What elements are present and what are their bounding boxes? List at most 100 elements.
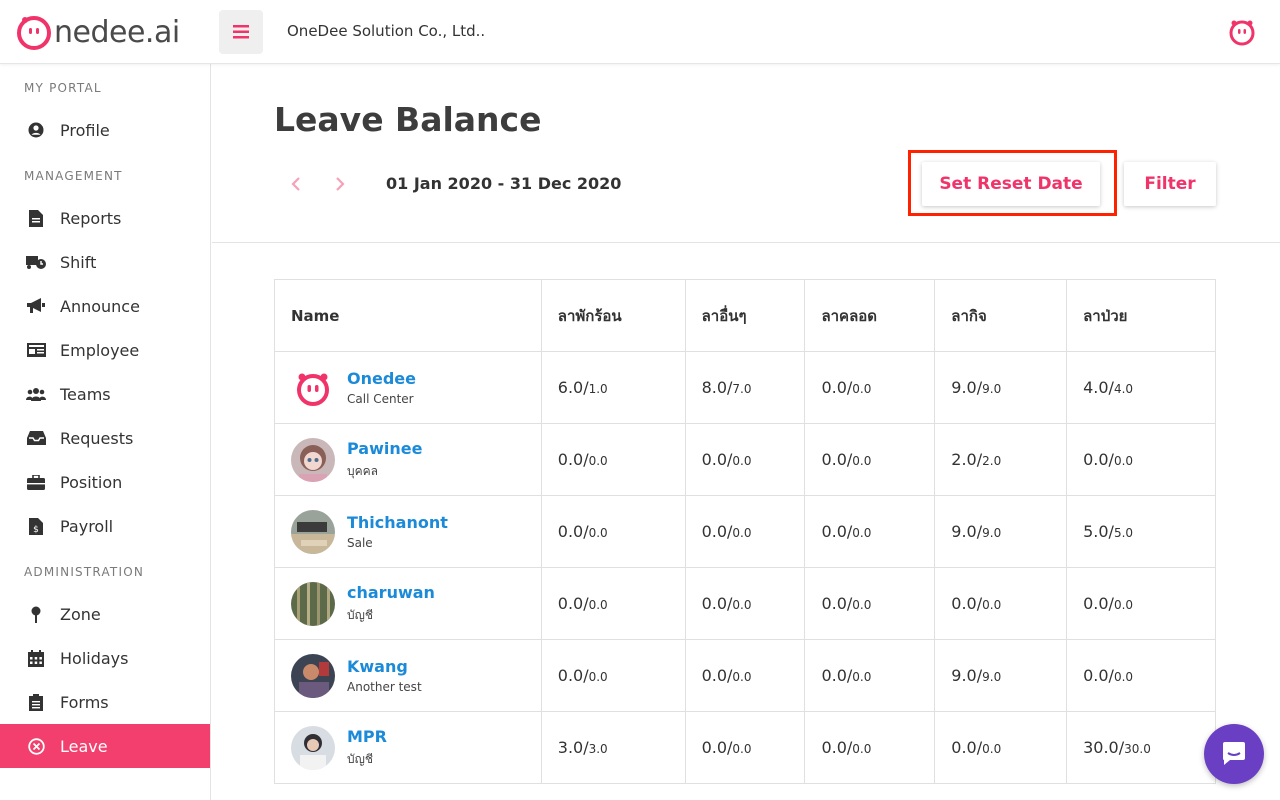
table-row: charuwan บัญชี 0.0/0.0 0.0/0.0 0.0/0.0 0… xyxy=(274,567,1216,640)
section-title-management: MANAGEMENT xyxy=(24,169,123,183)
column-header-sick[interactable]: ลาป่วย xyxy=(1066,279,1216,352)
next-period-button[interactable] xyxy=(328,172,352,196)
divider xyxy=(212,242,1280,243)
balance-cell: 0.0/0.0 xyxy=(1066,639,1216,712)
balance-cell: 0.0/0.0 xyxy=(684,711,806,784)
logo-text: nedee.ai xyxy=(54,14,180,50)
balance-cell: 0.0/0.0 xyxy=(540,423,686,496)
page-title: Leave Balance xyxy=(274,100,542,139)
sidebar-item-profile[interactable]: Profile xyxy=(0,108,210,152)
chevron-right-icon xyxy=(336,177,345,191)
balance-cell: 30.0/30.0 xyxy=(1066,711,1216,784)
column-header-other[interactable]: ลาอื่นๆ xyxy=(684,279,806,352)
balance-cell: 0.0/0.0 xyxy=(684,423,806,496)
sidebar-item-holidays[interactable]: Holidays xyxy=(0,636,210,680)
balance-cell: 0.0/0.0 xyxy=(684,639,806,712)
sidebar-item-label: Profile xyxy=(60,120,110,140)
balance-cell: 0.0/0.0 xyxy=(804,423,936,496)
sidebar-item-label: Holidays xyxy=(60,648,129,668)
section-title-my-portal: MY PORTAL xyxy=(24,81,102,95)
avatar xyxy=(291,509,335,554)
brand-logo[interactable]: nedee.ai xyxy=(16,14,180,50)
set-reset-date-button[interactable]: Set Reset Date xyxy=(922,162,1100,206)
svg-text:$: $ xyxy=(33,525,39,535)
employee-name-link[interactable]: Kwang xyxy=(347,657,422,676)
top-bar: nedee.ai OneDee Solution Co., Ltd.. xyxy=(0,0,1280,64)
main-content: Leave Balance 01 Jan 2020 - 31 Dec 2020 … xyxy=(212,64,1280,800)
sidebar-item-employee[interactable]: Employee xyxy=(0,328,210,372)
sidebar-item-leave[interactable]: Leave xyxy=(0,724,210,768)
sidebar-item-label: Payroll xyxy=(60,516,114,536)
balance-cell: 0.0/0.0 xyxy=(540,567,686,640)
table-header-row: Name ลาพักร้อน ลาอื่นๆ ลาคลอด ลากิจ ลาป่… xyxy=(274,279,1216,352)
employee-name-link[interactable]: MPR xyxy=(347,727,387,746)
table-row: MPR บัญชี 3.0/3.0 0.0/0.0 0.0/0.0 0.0/0.… xyxy=(274,711,1216,784)
sidebar: MY PORTAL Profile MANAGEMENT Reports Shi… xyxy=(0,64,211,800)
chat-bubble-icon xyxy=(1223,742,1245,765)
balance-cell: 5.0/5.0 xyxy=(1066,495,1216,568)
sidebar-item-payroll[interactable]: $ Payroll xyxy=(0,504,210,548)
sidebar-item-teams[interactable]: Teams xyxy=(0,372,210,416)
chat-widget-button[interactable] xyxy=(1204,724,1264,784)
user-avatar[interactable] xyxy=(1228,18,1256,50)
file-icon xyxy=(26,208,46,228)
column-header-name[interactable]: Name xyxy=(274,279,542,352)
employee-name-link[interactable]: Thichanont xyxy=(347,513,448,532)
balance-cell: 6.0/1.0 xyxy=(540,351,686,424)
balance-cell: 0.0/0.0 xyxy=(804,639,936,712)
prev-period-button[interactable] xyxy=(284,172,308,196)
chevron-left-icon xyxy=(291,177,300,191)
sidebar-item-label: Zone xyxy=(60,604,101,624)
sidebar-item-label: Shift xyxy=(60,252,97,272)
calendar-icon xyxy=(26,648,46,668)
sidebar-item-label: Reports xyxy=(60,208,122,228)
sidebar-item-position[interactable]: Position xyxy=(0,460,210,504)
employee-name-link[interactable]: charuwan xyxy=(347,583,435,602)
balance-cell: 8.0/7.0 xyxy=(684,351,806,424)
balance-cell: 0.0/0.0 xyxy=(540,495,686,568)
table-row: Onedee Call Center 6.0/1.0 8.0/7.0 0.0/0… xyxy=(274,351,1216,424)
avatar xyxy=(291,366,335,410)
sidebar-item-label: Leave xyxy=(60,736,108,756)
sidebar-item-requests[interactable]: Requests xyxy=(0,416,210,460)
sidebar-item-forms[interactable]: Forms xyxy=(0,680,210,724)
filter-button[interactable]: Filter xyxy=(1124,162,1216,206)
hamburger-menu-button[interactable] xyxy=(219,10,263,54)
column-header-maternity[interactable]: ลาคลอด xyxy=(804,279,936,352)
sidebar-item-label: Requests xyxy=(60,428,134,448)
megaphone-icon xyxy=(26,296,46,316)
onedee-logo-icon xyxy=(17,16,51,50)
balance-cell: 0.0/0.0 xyxy=(684,495,806,568)
balance-cell: 2.0/2.0 xyxy=(934,423,1068,496)
employee-name-link[interactable]: Pawinee xyxy=(347,439,422,458)
sidebar-item-shift[interactable]: Shift xyxy=(0,240,210,284)
balance-cell: 9.0/9.0 xyxy=(934,351,1068,424)
sidebar-item-announce[interactable]: Announce xyxy=(0,284,210,328)
sidebar-item-zone[interactable]: Zone xyxy=(0,592,210,636)
briefcase-icon xyxy=(26,472,46,492)
date-range: 01 Jan 2020 - 31 Dec 2020 xyxy=(386,174,622,193)
sidebar-item-reports[interactable]: Reports xyxy=(0,196,210,240)
dollar-file-icon: $ xyxy=(26,516,46,536)
employee-department: บัญชี xyxy=(347,751,373,766)
sidebar-item-label: Forms xyxy=(60,692,109,712)
user-circle-icon xyxy=(26,120,46,140)
onedee-avatar-icon xyxy=(297,373,329,406)
column-header-vacation[interactable]: ลาพักร้อน xyxy=(540,279,686,352)
table-row: Thichanont Sale 0.0/0.0 0.0/0.0 0.0/0.0 … xyxy=(274,495,1216,568)
balance-cell: 0.0/0.0 xyxy=(934,711,1068,784)
balance-cell: 0.0/0.0 xyxy=(1066,567,1216,640)
column-header-personal[interactable]: ลากิจ xyxy=(934,279,1068,352)
employee-department: Sale xyxy=(347,536,373,550)
employee-department: Call Center xyxy=(347,392,414,406)
avatar xyxy=(291,437,335,482)
balance-cell: 0.0/0.0 xyxy=(1066,423,1216,496)
inbox-icon xyxy=(26,428,46,448)
x-circle-icon xyxy=(26,736,46,756)
onedee-avatar-icon xyxy=(1229,20,1255,46)
employee-name-link[interactable]: Onedee xyxy=(347,369,416,388)
balance-cell: 0.0/0.0 xyxy=(684,567,806,640)
pin-icon xyxy=(26,604,46,624)
table-row: Pawinee บุคคล 0.0/0.0 0.0/0.0 0.0/0.0 2.… xyxy=(274,423,1216,496)
avatar xyxy=(291,725,335,770)
